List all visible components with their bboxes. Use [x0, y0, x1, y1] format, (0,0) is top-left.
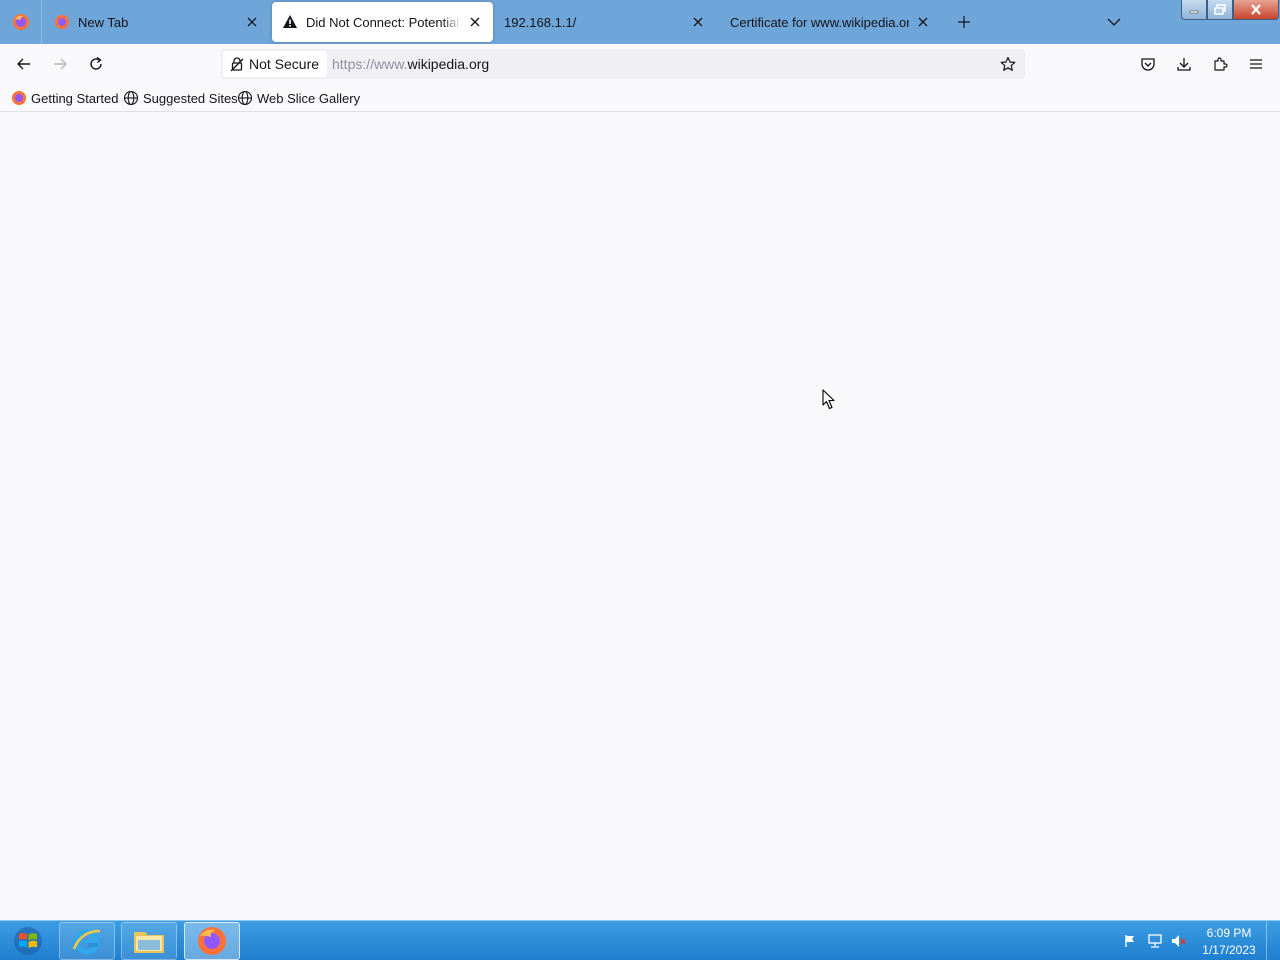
- chevron-down-icon: [1107, 18, 1121, 26]
- plus-icon: [958, 16, 970, 28]
- close-icon: [1251, 4, 1261, 15]
- insecure-lock-icon: [229, 56, 245, 72]
- show-desktop-button[interactable]: [1266, 921, 1280, 960]
- tab-label: Did Not Connect: Potential Security Issu…: [306, 14, 461, 30]
- star-icon: [1000, 56, 1016, 71]
- list-all-tabs-button[interactable]: [1102, 10, 1126, 34]
- url-bar[interactable]: Not Secure https://www.wikipedia.org: [221, 49, 1025, 79]
- tab-label: New Tab: [78, 14, 129, 30]
- downloads-button[interactable]: [1170, 50, 1198, 78]
- windows-logo-icon: [14, 927, 42, 955]
- mouse-cursor-icon: [822, 389, 836, 413]
- taskbar-internet-explorer[interactable]: [59, 922, 115, 960]
- back-arrow-icon: [17, 58, 30, 70]
- security-label: Not Secure: [249, 56, 320, 72]
- network-icon[interactable]: [1146, 933, 1164, 949]
- app-menu-button[interactable]: [1242, 50, 1270, 78]
- reload-button[interactable]: [82, 50, 110, 78]
- firefox-menu-icon[interactable]: [0, 0, 42, 44]
- tab-did-not-connect[interactable]: Did Not Connect: Potential Security Issu…: [272, 2, 493, 42]
- close-tab-icon[interactable]: [244, 14, 260, 30]
- close-tab-icon[interactable]: [467, 14, 483, 30]
- pocket-icon: [1141, 58, 1155, 71]
- taskbar: 6:09 PM 1/17/2023: [0, 920, 1280, 960]
- hamburger-menu-icon: [1250, 59, 1262, 69]
- folder-icon: [134, 932, 164, 953]
- bookmark-getting-started[interactable]: Getting Started: [11, 90, 118, 106]
- system-clock[interactable]: 6:09 PM 1/17/2023: [1196, 925, 1262, 959]
- minimize-button[interactable]: [1181, 0, 1207, 20]
- reload-icon: [90, 56, 102, 70]
- globe-icon: [123, 90, 139, 106]
- restore-icon: [1214, 4, 1226, 15]
- clock-time: 6:09 PM: [1206, 926, 1252, 940]
- bookmarks-toolbar: Getting Started Suggested Sites Web Slic…: [0, 84, 1280, 112]
- bookmark-label: Web Slice Gallery: [257, 90, 361, 106]
- forward-arrow-icon: [54, 58, 67, 70]
- bookmark-star-button[interactable]: [997, 53, 1019, 75]
- tab-certificate[interactable]: Certificate for www.wikipedia.org: [720, 2, 941, 42]
- tab-new-tab[interactable]: New Tab: [44, 2, 270, 42]
- restore-button[interactable]: [1207, 0, 1233, 20]
- tab-label: Certificate for www.wikipedia.org: [730, 14, 909, 30]
- taskbar-file-explorer[interactable]: [121, 922, 177, 960]
- bookmark-suggested-sites[interactable]: Suggested Sites: [123, 90, 238, 106]
- pocket-button[interactable]: [1134, 50, 1162, 78]
- tab-strip: New Tab Did Not Connect: Potential Secur…: [0, 0, 1280, 44]
- firefox-icon: [54, 14, 70, 30]
- tab-label: 192.168.1.1/: [504, 14, 577, 30]
- clock-date: 1/17/2023: [1202, 943, 1256, 957]
- volume-muted-icon[interactable]: [1170, 933, 1188, 949]
- url-prefix: https://www.: [332, 56, 408, 72]
- firefox-icon: [198, 927, 226, 955]
- minimize-icon: [1189, 10, 1199, 13]
- forward-button[interactable]: [46, 50, 74, 78]
- site-identity-button[interactable]: Not Secure: [223, 51, 328, 77]
- close-tab-icon[interactable]: [915, 14, 931, 30]
- url-domain: wikipedia.org: [407, 56, 490, 72]
- page-content: [0, 113, 1280, 919]
- bookmark-web-slice-gallery[interactable]: Web Slice Gallery: [237, 90, 360, 106]
- firefox-icon: [11, 90, 27, 106]
- bookmark-label: Suggested Sites: [143, 90, 238, 106]
- url-field[interactable]: https://www.wikipedia.org: [332, 56, 489, 72]
- warning-icon: [282, 14, 298, 30]
- new-tab-button[interactable]: [952, 10, 976, 34]
- close-tab-icon[interactable]: [690, 14, 706, 30]
- download-icon: [1177, 58, 1191, 71]
- close-window-button[interactable]: [1233, 0, 1279, 20]
- ie-icon: [72, 929, 101, 955]
- extensions-button[interactable]: [1206, 50, 1234, 78]
- start-button[interactable]: [0, 921, 56, 960]
- taskbar-firefox[interactable]: [184, 922, 240, 960]
- tab-router[interactable]: 192.168.1.1/: [494, 2, 716, 42]
- puzzle-icon: [1214, 57, 1228, 71]
- navigation-toolbar: Not Secure https://www.wikipedia.org: [0, 44, 1280, 84]
- action-center-flag-icon[interactable]: [1122, 933, 1140, 949]
- back-button[interactable]: [10, 50, 38, 78]
- bookmark-label: Getting Started: [31, 90, 119, 106]
- globe-icon: [237, 90, 253, 106]
